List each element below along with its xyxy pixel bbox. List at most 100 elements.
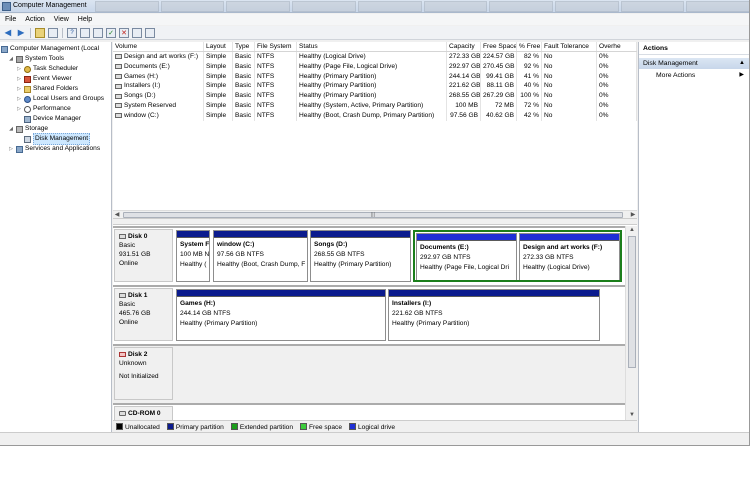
column-header-status[interactable]: Status [297,42,447,51]
disk-row-disk0[interactable]: Disk 0 Basic 931.51 GB Online System F 1… [113,228,625,285]
help-icon[interactable]: ? [67,27,77,38]
tree-item-disk-management[interactable]: Disk Management [16,133,91,145]
column-header-percent-free[interactable]: % Free [517,42,542,51]
tree-item-computer-management[interactable]: Computer Management (Local [1,44,99,54]
collapse-triangle-icon[interactable]: ◢ [8,124,14,134]
column-header-free-space[interactable]: Free Space [481,42,517,51]
collapse-caret-icon[interactable]: ▲ [739,58,745,69]
table-row[interactable]: Design and art works (F:) Simple Basic NTFS… [113,52,637,62]
disk-row-disk1[interactable]: Disk 1 Basic 465.76 GB Online Games (H:)… [113,287,625,344]
tree-item-task-scheduler[interactable]: ▷ Task Scheduler [16,64,78,74]
expand-triangle-icon[interactable]: ▷ [16,74,22,84]
drive-icon[interactable] [93,27,103,38]
check-icon[interactable]: ✓ [106,27,116,38]
partition-installers-i[interactable]: Installers (I:) 221.62 GB NTFS Healthy (… [388,289,600,341]
device-manager-icon [24,115,31,123]
expand-triangle-icon[interactable]: ▷ [16,64,22,74]
pane-splitter[interactable] [113,218,637,225]
vertical-scrollbar[interactable]: ▲ ▼ [625,226,637,420]
extended-partition[interactable]: Documents (E:) 292.97 GB NTFS Healthy (P… [413,230,622,282]
scroll-up-icon[interactable]: ▲ [626,226,638,235]
menu-action[interactable]: Action [25,16,44,23]
column-header-overhead[interactable]: Overhe [597,42,637,51]
menu-help[interactable]: Help [78,16,92,23]
tree-item-services-applications[interactable]: ▷ Services and Applications [8,144,100,154]
disk-row-cdrom0[interactable]: CD-ROM 0 [113,405,625,420]
actions-pane: Actions Disk Management ▲ More Actions ▶ [638,42,749,432]
tree-item-system-tools[interactable]: ◢ System Tools [8,54,64,64]
scroll-left-icon[interactable]: ◀ [113,211,121,218]
menu-file[interactable]: File [5,16,16,23]
table-row[interactable]: Installers (I:) Simple Basic NTFS Healthy (P… [113,81,637,92]
actions-disk-management[interactable]: Disk Management ▲ [639,58,749,69]
cell-status: Healthy (Page File, Logical Drive) [297,61,447,72]
scroll-right-icon[interactable]: ▶ [629,211,637,218]
delete-icon[interactable]: ✕ [119,27,129,38]
disk-management-pane: Volume Layout Type File System Status Ca… [113,42,637,432]
tree-item-event-viewer[interactable]: ▷ Event Viewer [16,74,72,84]
tree-item-shared-folders[interactable]: ▷ Shared Folders [16,84,78,94]
column-header-volume[interactable]: Volume [113,42,204,51]
view-icon[interactable] [145,27,155,38]
disk-row-disk2[interactable]: Disk 2 Unknown Not Initialized [113,346,625,403]
disk-info-disk0[interactable]: Disk 0 Basic 931.51 GB Online [114,229,173,282]
cell-percent-free: 41 % [517,71,542,82]
expand-triangle-icon[interactable]: ▷ [16,104,22,114]
background-taskbar-ghost [95,1,749,12]
volume-icon [115,73,122,79]
back-arrow-icon[interactable]: ◀ [3,28,13,38]
users-icon [24,95,31,103]
tree-label: Services and Applications [25,145,101,152]
partition-design-f[interactable]: Design and art works (F:) 272.33 GB NTFS… [519,233,620,280]
menu-view[interactable]: View [54,16,69,23]
partition-status: Healthy (Primary Partition) [314,261,392,268]
disk-info-disk1[interactable]: Disk 1 Basic 465.76 GB Online [114,288,173,341]
tree-item-performance[interactable]: ▷ Performance [16,104,71,114]
table-row[interactable]: System Reserved Simple Basic NTFS Healthy (S… [113,100,637,111]
partition-songs-d[interactable]: Songs (D:) 268.55 GB NTFS Healthy (Prima… [310,230,411,282]
table-row[interactable]: Documents (E:) Simple Basic NTFS Healthy (Pa… [113,61,637,72]
partition-size: 100 MB N [180,251,210,258]
partition-name: System F [180,241,210,248]
refresh-icon[interactable] [132,27,142,38]
legend-item-free-space: Free space [300,422,342,431]
uninitialized-disk-icon [119,352,126,357]
disk-info-disk2[interactable]: Disk 2 Unknown Not Initialized [114,347,173,400]
up-folder-icon[interactable] [35,27,45,38]
column-header-capacity[interactable]: Capacity [447,42,481,51]
menu-bar: File Action View Help [0,14,749,25]
disk-info-cdrom0[interactable]: CD-ROM 0 [114,406,173,420]
more-actions-item[interactable]: More Actions ▶ [639,69,749,82]
table-row[interactable]: window (C:) Simple Basic NTFS Healthy (Boot,… [113,110,637,121]
expand-triangle-icon[interactable]: ▷ [16,84,22,94]
actions-section-label: Disk Management [643,60,698,67]
properties-icon[interactable] [80,27,90,38]
forward-arrow-icon[interactable]: ▶ [16,28,26,38]
column-header-type[interactable]: Type [233,42,255,51]
expand-triangle-icon[interactable]: ▷ [16,94,22,104]
vertical-scroll-thumb[interactable] [628,236,636,368]
collapse-triangle-icon[interactable]: ◢ [8,54,14,64]
show-hide-tree-icon[interactable] [48,27,58,38]
partition-games-h[interactable]: Games (H:) 244.14 GB NTFS Healthy (Prima… [176,289,386,341]
partition-system-reserved[interactable]: System F 100 MB N Healthy ( [176,230,210,282]
tree-item-device-manager[interactable]: Device Manager [16,114,81,124]
horizontal-scrollbar[interactable]: ◀ ||| ▶ [113,210,637,218]
tree-item-local-users[interactable]: ▷ Local Users and Groups [16,94,104,104]
column-header-fault-tolerance[interactable]: Fault Tolerance [542,42,597,51]
table-row[interactable]: Songs (D:) Simple Basic NTFS Healthy (Primar… [113,91,637,101]
cell-status: Healthy (Primary Partition) [297,71,447,82]
expand-triangle-icon[interactable]: ▷ [8,144,14,154]
column-header-layout[interactable]: Layout [204,42,233,51]
partition-documents-e[interactable]: Documents (E:) 292.97 GB NTFS Healthy (P… [416,233,517,280]
disk-name: Disk 1 [128,292,148,299]
cell-fault-tolerance: No [542,61,597,72]
partition-name: Games (H:) [180,300,216,307]
partition-name: Installers (I:) [392,300,432,307]
partition-window-c[interactable]: window (C:) 97.56 GB NTFS Healthy (Boot,… [213,230,308,282]
scroll-down-icon[interactable]: ▼ [626,411,638,420]
column-header-file-system[interactable]: File System [255,42,297,51]
table-row[interactable]: Games (H:) Simple Basic NTFS Healthy (Primar… [113,71,637,82]
legend-item-unallocated: Unallocated [116,422,160,431]
disk-icon [119,293,126,298]
